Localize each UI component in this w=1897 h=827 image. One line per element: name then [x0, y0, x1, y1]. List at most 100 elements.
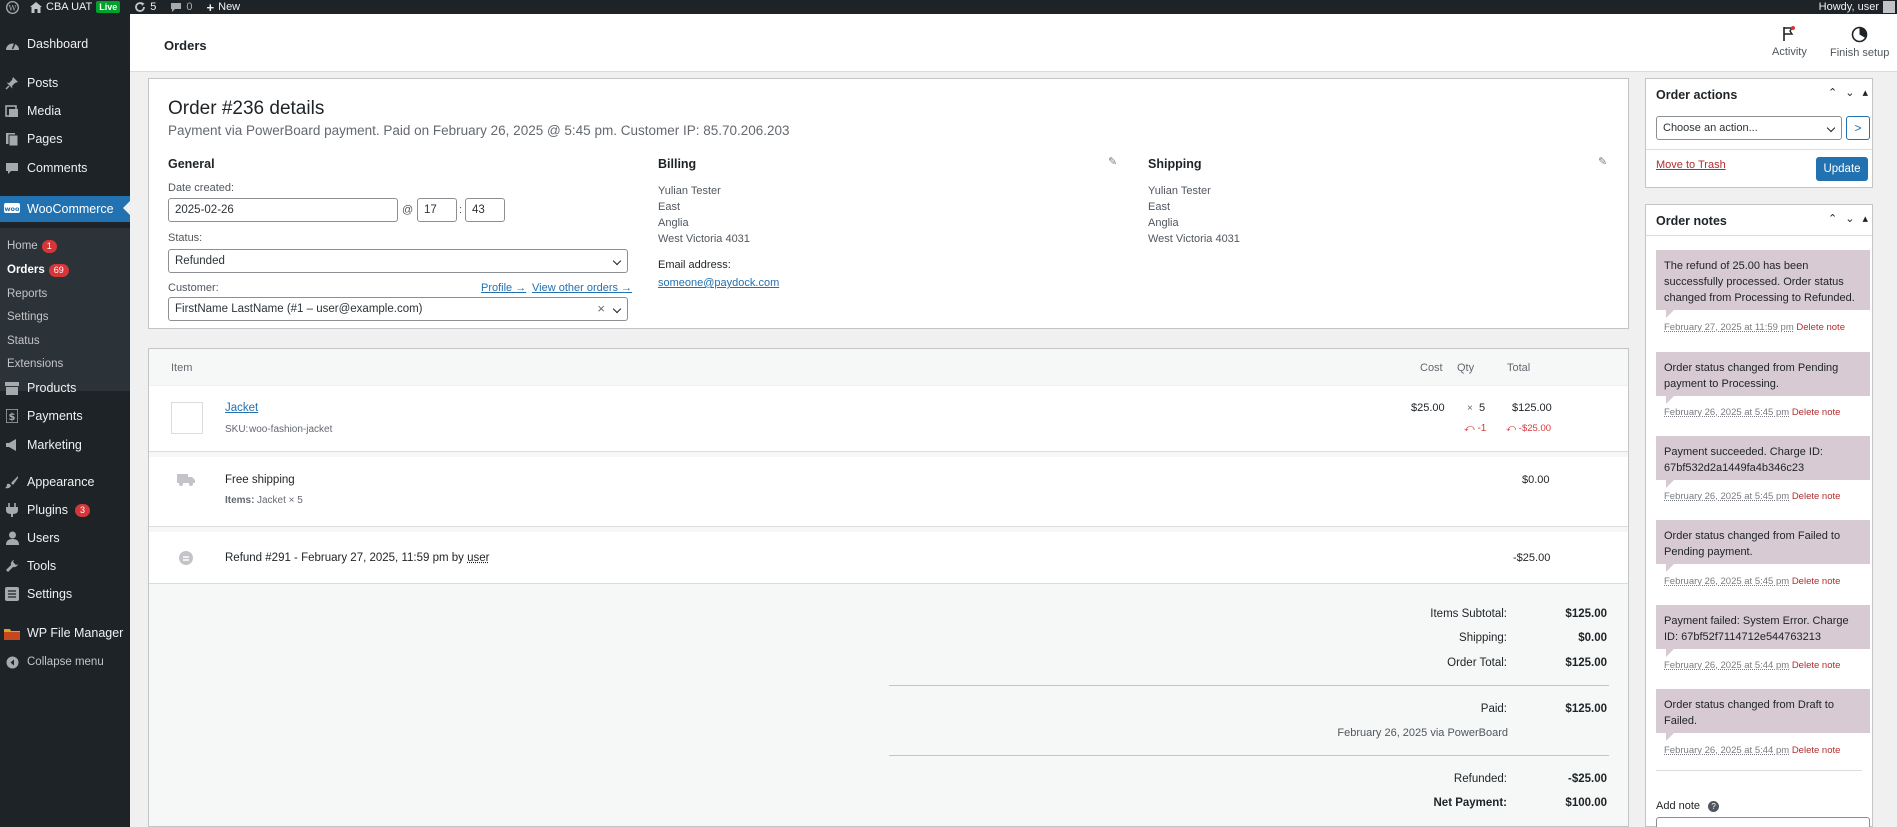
customer-select[interactable]: FirstName LastName (#1 – user@example.co…: [168, 297, 628, 321]
move-to-trash-link[interactable]: Move to Trash: [1656, 159, 1726, 171]
edit-billing-pencil-icon[interactable]: ✎: [1108, 155, 1117, 168]
order-actions-box: Order actions ⌃ ⌄ ▴ Choose an action... …: [1645, 78, 1873, 188]
order-title: Order #236 details: [168, 98, 325, 119]
sidebar-item-woocommerce[interactable]: woo WooCommerce: [0, 196, 130, 222]
finish-setup-label: Finish setup: [1830, 47, 1890, 59]
refund-line-row[interactable]: Refund #291 - February 27, 2025, 11:59 p…: [149, 532, 1628, 584]
product-name-link[interactable]: Jacket: [225, 402, 258, 414]
date-created-input[interactable]: 2025-02-26: [168, 198, 398, 222]
note-meta: February 26, 2025 at 5:45 pm Delete note: [1664, 576, 1840, 587]
billing-address-line: Yulian Tester: [658, 185, 721, 197]
sidebar-item-wp-file-manager[interactable]: WP File Manager: [0, 622, 130, 644]
new-content-link[interactable]: + New: [206, 0, 241, 15]
delete-note-link[interactable]: Delete note: [1792, 491, 1841, 502]
megaphone-icon: [4, 437, 20, 453]
general-heading: General: [168, 157, 215, 171]
sidebar-item-comments[interactable]: Comments: [0, 157, 130, 179]
svg-text:woo: woo: [5, 205, 20, 213]
view-other-orders-link[interactable]: View other orders →: [532, 282, 632, 294]
sidebar-item-plugins[interactable]: Plugins 3: [0, 499, 130, 521]
divider: [1646, 235, 1872, 236]
delete-note-link[interactable]: Delete note: [1792, 660, 1841, 671]
sidebar-item-dashboard[interactable]: Dashboard: [0, 33, 130, 55]
billing-email-link[interactable]: someone@paydock.com: [658, 277, 779, 289]
plugins-count-badge: 3: [75, 503, 91, 517]
hour-input[interactable]: 17: [417, 198, 457, 222]
sidebar-item-marketing[interactable]: Marketing: [0, 434, 130, 456]
woocommerce-submenu: Home 1 Orders 69 Reports Settings Status…: [0, 228, 130, 391]
updates-link[interactable]: 5: [134, 0, 156, 14]
sidebar-item-label: Users: [27, 531, 60, 545]
delete-note-link[interactable]: Delete note: [1792, 407, 1841, 418]
refunded-row: Refunded: -$25.00: [1347, 773, 1607, 785]
sidebar-item-appearance[interactable]: Appearance: [0, 471, 130, 493]
order-total-row: Order Total: $125.00: [1347, 657, 1607, 669]
status-select[interactable]: Refunded: [168, 249, 628, 273]
comments-count: 0: [186, 1, 193, 13]
delete-note-link[interactable]: Delete note: [1796, 322, 1845, 333]
sidebar-item-payments[interactable]: $ Payments: [0, 405, 130, 427]
submenu-item-settings[interactable]: Settings: [7, 309, 49, 325]
sidebar-item-users[interactable]: Users: [0, 527, 130, 549]
minute-input[interactable]: 43: [465, 198, 505, 222]
submenu-item-reports[interactable]: Reports: [7, 286, 47, 302]
wordpress-logo-icon[interactable]: W: [2, 0, 22, 14]
comment-icon: [4, 160, 20, 176]
sidebar-item-tools[interactable]: Tools: [0, 555, 130, 577]
truck-icon: [177, 474, 195, 486]
progress-circle-icon: [1851, 26, 1868, 43]
line-item-row[interactable]: Jacket SKU: woo-fashion-jacket $25.00 × …: [149, 386, 1628, 452]
submenu-item-status[interactable]: Status: [7, 333, 40, 349]
shipping-address: Yulian Tester East Anglia West Victoria …: [1148, 183, 1240, 247]
delete-note-link[interactable]: Delete note: [1792, 745, 1841, 756]
shipping-address-line: East: [1148, 201, 1171, 213]
comments-link[interactable]: 0: [170, 0, 193, 14]
item-total: $125.00: [1512, 402, 1552, 414]
sidebar-item-products[interactable]: Products: [0, 377, 130, 399]
sidebar-item-settings[interactable]: Settings: [0, 583, 130, 605]
customer-value: FirstName LastName (#1 – user@example.co…: [175, 303, 423, 315]
collapse-triangle-icon[interactable]: ▴: [1862, 86, 1868, 99]
move-up-icon[interactable]: ⌃: [1828, 212, 1837, 225]
sidebar-item-pages[interactable]: Pages: [0, 128, 130, 150]
order-data-panel: Order #236 details Payment via PowerBoar…: [148, 78, 1629, 329]
activity-button[interactable]: Activity: [1772, 26, 1807, 58]
net-payment-value: $100.00: [1565, 797, 1607, 809]
dollar-icon: $: [4, 408, 20, 424]
order-action-select[interactable]: Choose an action...: [1656, 116, 1842, 140]
apply-action-button[interactable]: >: [1846, 116, 1870, 140]
refund-icon: [179, 551, 193, 565]
update-button[interactable]: Update: [1816, 157, 1868, 181]
new-label: New: [218, 1, 241, 13]
finish-setup-button[interactable]: Finish setup: [1830, 26, 1889, 59]
collapse-triangle-icon[interactable]: ▴: [1862, 212, 1868, 225]
user-account-menu[interactable]: Howdy, user: [1819, 0, 1895, 14]
status-value: Refunded: [175, 255, 225, 267]
cost-column-header: Cost: [1420, 362, 1443, 374]
note-date: February 26, 2025 at 5:45 pm: [1664, 576, 1790, 587]
shipping-items-value: Jacket × 5: [257, 495, 303, 506]
submenu-item-home[interactable]: Home 1: [7, 238, 57, 254]
customer-profile-link[interactable]: Profile →: [481, 282, 526, 294]
sidebar-item-label: Marketing: [27, 438, 82, 452]
delete-note-link[interactable]: Delete note: [1792, 576, 1841, 587]
add-note-textarea[interactable]: [1656, 817, 1870, 827]
order-payment-meta: Payment via PowerBoard payment. Paid on …: [168, 123, 790, 138]
submenu-item-orders[interactable]: Orders 69: [7, 262, 69, 278]
shipping-line-row[interactable]: Free shipping Items: Jacket × 5 $0.00: [149, 457, 1628, 527]
site-name-link[interactable]: CBA UAT Live: [30, 0, 121, 14]
order-actions-title: Order actions: [1656, 88, 1738, 102]
move-down-icon[interactable]: ⌄: [1845, 212, 1854, 225]
add-note-label: Add note: [1656, 800, 1701, 812]
collapse-menu-button[interactable]: Collapse menu: [0, 651, 130, 673]
sidebar-item-posts[interactable]: Posts: [0, 72, 130, 94]
submenu-item-extensions[interactable]: Extensions: [7, 356, 63, 372]
sidebar-item-media[interactable]: Media: [0, 100, 130, 122]
help-icon[interactable]: ?: [1708, 800, 1720, 812]
edit-shipping-pencil-icon[interactable]: ✎: [1598, 155, 1607, 168]
chevron-down-icon: [612, 256, 622, 266]
move-down-icon[interactable]: ⌄: [1845, 86, 1854, 99]
move-up-icon[interactable]: ⌃: [1828, 86, 1837, 99]
clear-customer-icon[interactable]: ×: [597, 301, 605, 316]
plus-icon: +: [206, 0, 215, 15]
